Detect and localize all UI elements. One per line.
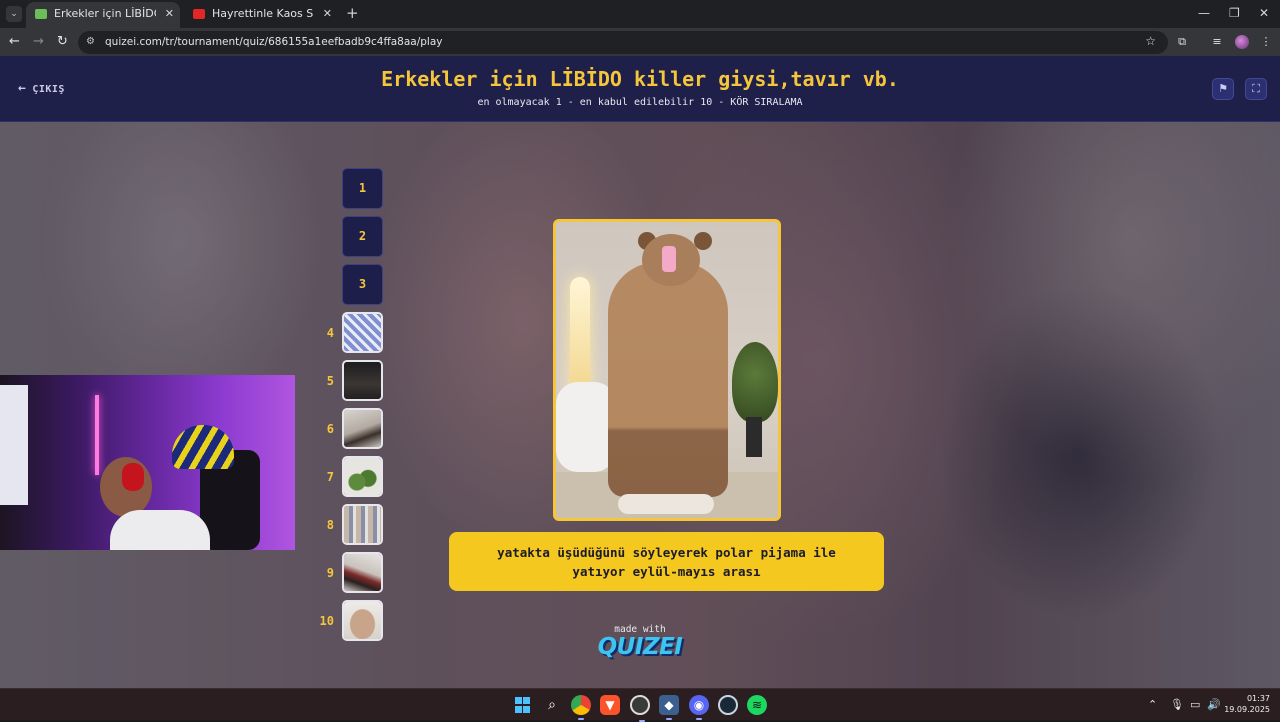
- browser-tab-youtube[interactable]: Hayrettinle Kaos Show - Altın çağ ✕: [184, 2, 338, 28]
- media-control-icon[interactable]: ≡: [1210, 35, 1224, 49]
- group-of-men-thumbnail: [344, 506, 381, 543]
- webcam-light-bar: [95, 395, 99, 475]
- reload-icon[interactable]: ↻: [57, 33, 68, 51]
- rank-number-7: 7: [326, 470, 334, 484]
- rank-slot-8[interactable]: [342, 504, 383, 545]
- site-info-icon[interactable]: ⚙: [86, 35, 95, 49]
- quiz-title: Erkekler için LİBİDO killer giysi,tavır …: [381, 67, 899, 91]
- rank-slot-1[interactable]: 1: [342, 168, 383, 209]
- browser-toolbar: ← → ↻ ⚙ quizei.com/tr/tournament/quiz/68…: [0, 28, 1280, 56]
- minimize-icon[interactable]: —: [1198, 5, 1210, 21]
- tab-close-icon[interactable]: ✕: [323, 2, 332, 26]
- webcam-overlay: [0, 375, 295, 550]
- sleeping-person-thumbnail: [344, 602, 381, 639]
- rank-slot-3[interactable]: 3: [342, 264, 383, 305]
- streamer-body: [110, 510, 210, 550]
- tab-title: Hayrettinle Kaos Show - Altın çağ: [212, 7, 314, 20]
- quiz-header: ← ÇIKIŞ Erkekler için LİBİDO killer giysi…: [0, 56, 1280, 122]
- address-bar[interactable]: ⚙ quizei.com/tr/tournament/quiz/686155a1…: [78, 31, 1168, 54]
- plant-pot: [746, 417, 762, 457]
- browser-tab-strip: ⌄ Erkekler için LİBİDO killer giysi,tavı…: [0, 0, 1280, 28]
- back-icon[interactable]: ←: [9, 33, 20, 51]
- floor-lamp: [570, 277, 590, 397]
- bear-onesie: [608, 262, 728, 497]
- obs-icon[interactable]: [630, 695, 650, 722]
- current-item-image[interactable]: [553, 219, 781, 521]
- rank-slot-4[interactable]: [342, 312, 383, 353]
- person-on-bed-thumbnail: [344, 410, 381, 447]
- dark-scene-thumbnail: [344, 362, 381, 399]
- rank-slot-9[interactable]: [342, 552, 383, 593]
- browser-tab-quiz[interactable]: Erkekler için LİBİDO killer giysi,tavır …: [26, 2, 180, 28]
- close-icon[interactable]: ✕: [1259, 5, 1269, 21]
- headset: [122, 463, 144, 491]
- volume-icon[interactable]: 🔊: [1207, 698, 1221, 712]
- restore-icon[interactable]: ❐: [1229, 5, 1240, 21]
- profile-avatar[interactable]: [1235, 35, 1249, 49]
- rank-number-4: 4: [326, 326, 334, 340]
- search-icon[interactable]: ⌕: [542, 695, 562, 715]
- potted-plant: [732, 342, 778, 422]
- fluffy-slippers: [618, 494, 714, 514]
- rank-slot-2[interactable]: 2: [342, 216, 383, 257]
- white-chair: [556, 382, 616, 472]
- spotify-icon[interactable]: ≋: [747, 695, 767, 715]
- quizei-logo[interactable]: QUIZEI: [590, 634, 690, 660]
- clock-time: 01:37: [1246, 694, 1270, 703]
- windows-taskbar: ⌕ ▼ ◆ ◉ ≋ ⌃ 🎙 ▭ 🔊 01:37 19.09.2025: [0, 688, 1280, 722]
- blue-floral-dress-thumbnail: [344, 314, 381, 351]
- forward-icon[interactable]: →: [33, 33, 44, 51]
- extensions-icon[interactable]: ⧉: [1175, 35, 1189, 49]
- rank-number-8: 8: [326, 518, 334, 532]
- rank-number-6: 6: [326, 422, 334, 436]
- network-icon[interactable]: ▭: [1190, 698, 1200, 712]
- steam-icon[interactable]: [718, 695, 738, 715]
- webcam-window: [0, 385, 28, 505]
- discord-icon[interactable]: ◉: [689, 695, 709, 720]
- rank-slot-7[interactable]: [342, 456, 383, 497]
- rank-slot-10[interactable]: [342, 600, 383, 641]
- url-text[interactable]: quizei.com/tr/tournament/quiz/686155a1ee…: [105, 35, 442, 50]
- fullscreen-icon[interactable]: ⛶: [1245, 78, 1267, 100]
- microphone-icon[interactable]: 🎙: [1170, 698, 1184, 712]
- current-item-caption: yatakta üşüdüğünü söyleyerek polar pijam…: [449, 532, 884, 591]
- clock-date: 19.09.2025: [1224, 705, 1270, 714]
- youtube-favicon-icon: [193, 9, 205, 19]
- brave-icon[interactable]: ▼: [600, 695, 620, 715]
- bookmark-star-icon[interactable]: ☆: [1145, 34, 1156, 48]
- windows-start-icon[interactable]: [513, 695, 533, 715]
- chrome-icon[interactable]: [571, 695, 591, 720]
- app-icon[interactable]: ◆: [659, 695, 679, 720]
- striped-hat: [172, 425, 234, 469]
- rank-slot-5[interactable]: [342, 360, 383, 401]
- tab-close-icon[interactable]: ✕: [165, 2, 174, 26]
- pink-phone: [662, 246, 676, 272]
- rank-number-10: 10: [319, 614, 334, 628]
- chrome-menu-icon[interactable]: ⋮: [1259, 35, 1273, 49]
- rank-number-5: 5: [326, 374, 334, 388]
- plus-icon[interactable]: +: [346, 4, 359, 22]
- tab-title: Erkekler için LİBİDO killer giysi,tavır …: [54, 7, 156, 20]
- quiz-subtitle: en olmayacak 1 - en kabul edilebilir 10 …: [477, 97, 803, 108]
- quiz-favicon-icon: [35, 9, 47, 19]
- rank-number-9: 9: [326, 566, 334, 580]
- system-clock[interactable]: 01:37 19.09.2025: [1224, 693, 1270, 715]
- person-lying-down-thumbnail: [344, 554, 381, 591]
- tab-search-icon[interactable]: ⌄: [6, 6, 22, 22]
- tray-chevron-icon[interactable]: ⌃: [1148, 698, 1157, 712]
- rank-slot-6[interactable]: [342, 408, 383, 449]
- crocs-shoes-thumbnail: [344, 458, 381, 495]
- flag-icon[interactable]: ⚑: [1212, 78, 1234, 100]
